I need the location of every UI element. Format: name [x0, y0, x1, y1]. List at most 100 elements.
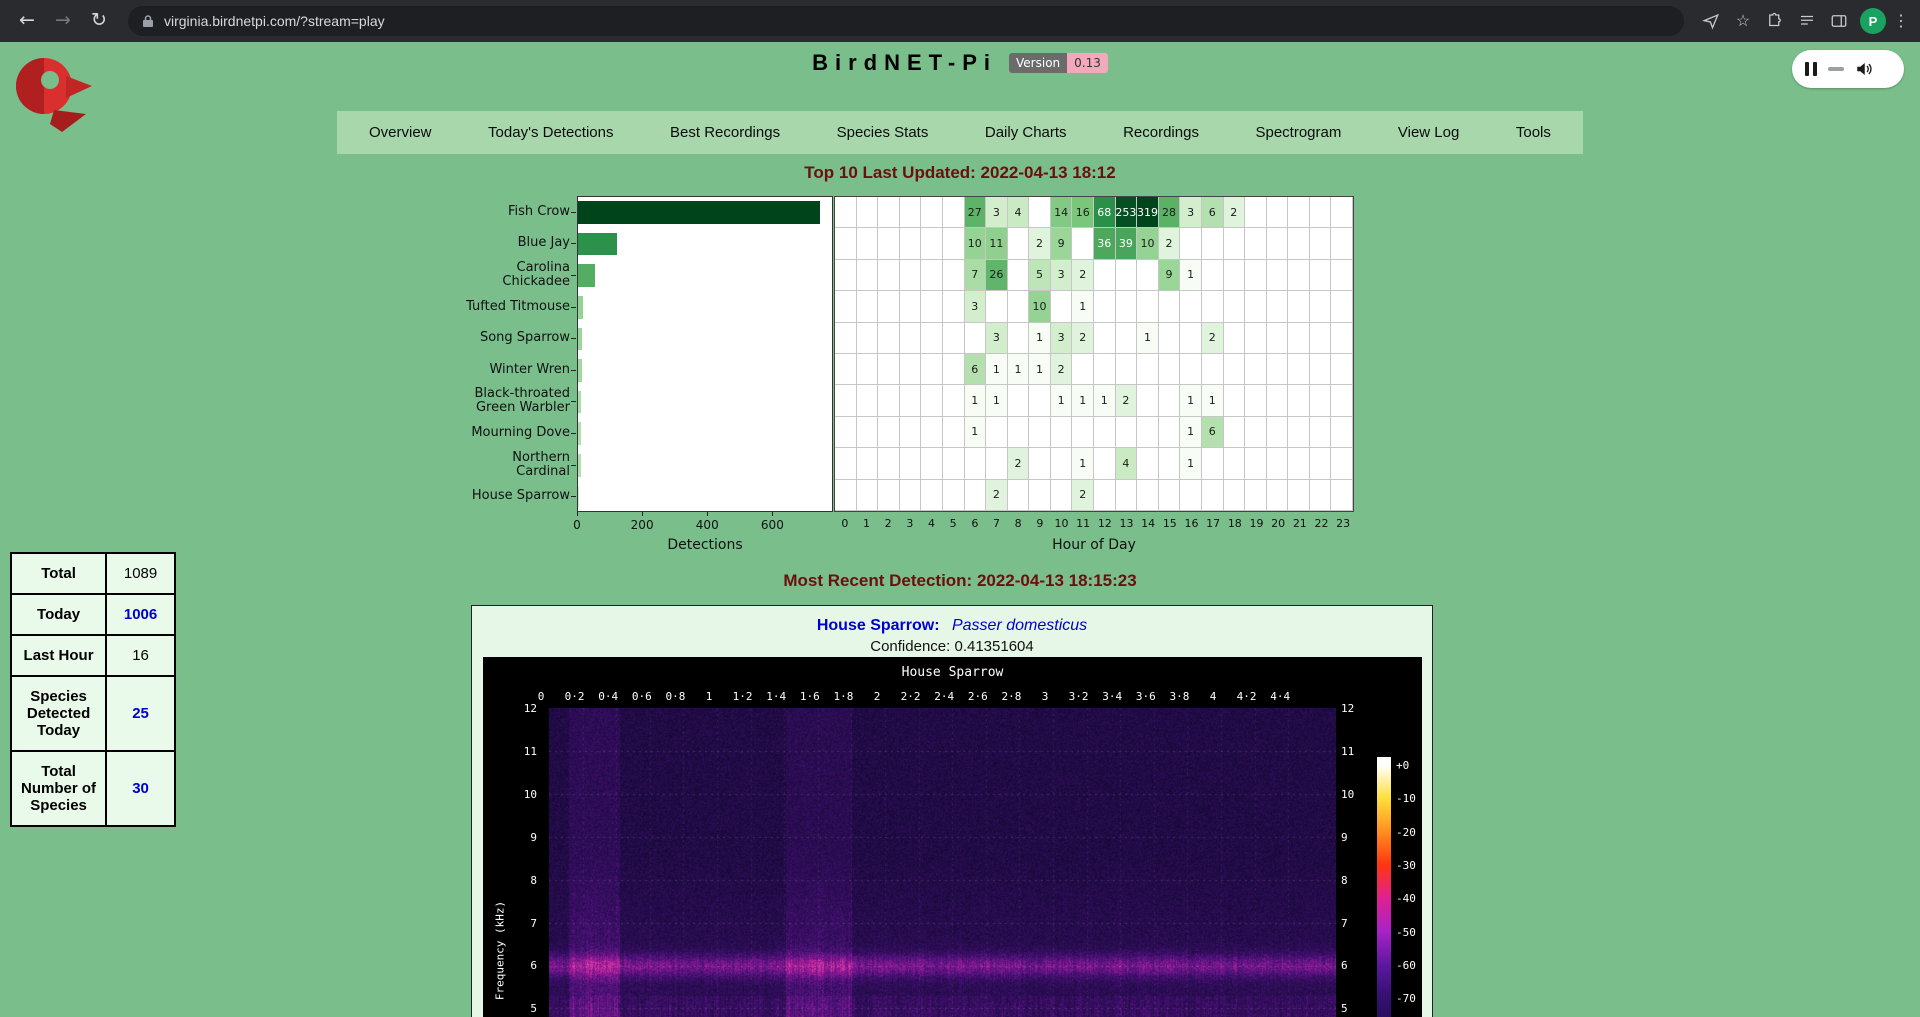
nav-item-spectrogram[interactable]: Spectrogram [1249, 124, 1347, 141]
address-bar[interactable]: virginia.birdnetpi.com/?stream=play [128, 6, 1684, 36]
reading-list-icon[interactable] [1792, 6, 1822, 36]
send-icon[interactable] [1696, 6, 1726, 36]
heatmap-cell: 2 [1072, 323, 1094, 354]
spectrogram-time-tick: 1·2 [733, 690, 753, 703]
heatmap-cell: 11 [986, 228, 1008, 259]
spectrogram-time-tick: 3·2 [1069, 690, 1089, 703]
heatmap-cell: 3 [1051, 323, 1073, 354]
species-label: Song Sparrow [458, 322, 570, 354]
heatmap-cell [1072, 417, 1094, 448]
species-axis-tick [571, 496, 576, 497]
reload-button[interactable]: ↻ [82, 4, 116, 38]
x-tick [577, 512, 578, 516]
spectrogram-freq-tick: 11 [1341, 745, 1367, 758]
heatmap-cell [1180, 291, 1202, 322]
species-axis-tick [571, 465, 576, 466]
detection-scientific-name[interactable]: Passer domesticus [952, 617, 1087, 634]
pause-icon[interactable] [1805, 62, 1817, 76]
nav-item-species-stats[interactable]: Species Stats [831, 124, 935, 141]
colorbar-tick: -70 [1396, 992, 1416, 1005]
version-value: 0.13 [1067, 53, 1108, 73]
hour-tick-label: 16 [1181, 517, 1203, 530]
species-axis-tick [571, 307, 576, 308]
species-label: Tufted Titmouse [458, 291, 570, 323]
hour-tick-label: 5 [942, 517, 964, 530]
heatmap-cell: 9 [1051, 228, 1073, 259]
hour-axis: 01234567891011121314151617181920212223 [834, 517, 1354, 530]
stats-row: Today1006 [11, 594, 175, 635]
heatmap-cell [1245, 385, 1267, 416]
nav-item-best-recordings[interactable]: Best Recordings [664, 124, 786, 141]
volume-icon[interactable] [1855, 60, 1873, 78]
side-panel-icon[interactable] [1824, 6, 1854, 36]
heatmap-cell [900, 260, 922, 291]
nav-item-view-log[interactable]: View Log [1392, 124, 1465, 141]
heatmap-cell [943, 480, 965, 511]
hour-tick-label: 4 [921, 517, 943, 530]
heatmap-cell: 1 [1051, 385, 1073, 416]
audio-player[interactable] [1792, 50, 1904, 88]
heatmap-cell [1331, 480, 1353, 511]
detection-common-name[interactable]: House Sparrow: [817, 617, 940, 634]
heatmap-cell [1310, 260, 1332, 291]
seek-slider[interactable] [1828, 67, 1844, 71]
heatmap-cell [835, 448, 857, 479]
profile-avatar[interactable]: P [1860, 8, 1886, 34]
extensions-puzzle-icon[interactable] [1760, 6, 1790, 36]
heatmap-cell: 2 [1072, 260, 1094, 291]
spectrogram-time-tick: 1·8 [833, 690, 853, 703]
heatmap-cell [1267, 197, 1289, 228]
nav-bar: Overview Today's Detections Best Recording… [337, 111, 1583, 154]
bar-black-throated-green-warbler [578, 391, 581, 414]
heatmap-cell [1094, 291, 1116, 322]
back-button[interactable]: ← [10, 4, 44, 38]
heatmap-cell [1159, 354, 1181, 385]
species-label: Northern Cardinal [458, 449, 570, 481]
bar-blue-jay [578, 233, 617, 256]
heatmap-cell [1137, 417, 1159, 448]
heatmap-cell: 1 [1137, 323, 1159, 354]
species-axis-tick [571, 370, 576, 371]
heatmap-cell [1224, 480, 1246, 511]
heatmap-cell [1224, 354, 1246, 385]
heatmap-cell [1310, 448, 1332, 479]
heatmap-cell [835, 197, 857, 228]
top10-chart: Fish CrowBlue JayCarolina ChickadeeTufte… [440, 196, 1360, 561]
heatmap-xlabel: Hour of Day [834, 537, 1354, 553]
species-axis-tick [571, 243, 576, 244]
hour-tick-label: 12 [1094, 517, 1116, 530]
heatmap-cell: 3 [986, 323, 1008, 354]
heatmap-cell: 1 [1180, 448, 1202, 479]
hour-tick-label: 15 [1159, 517, 1181, 530]
species-label: Mourning Dove [458, 417, 570, 449]
nav-item-daily-charts[interactable]: Daily Charts [979, 124, 1073, 141]
heatmap-cell [1331, 197, 1353, 228]
stat-value[interactable]: 30 [106, 751, 175, 826]
heatmap-cell [1288, 385, 1310, 416]
spectrogram-time-tick: 3·6 [1136, 690, 1156, 703]
stat-value[interactable]: 1006 [106, 594, 175, 635]
stat-label: Species Detected Today [11, 676, 106, 751]
heatmap-cell: 39 [1116, 228, 1138, 259]
heatmap-cell [1116, 354, 1138, 385]
spectrogram-time-tick: 0·2 [565, 690, 585, 703]
heatmap-cell [1267, 323, 1289, 354]
nav-item-recordings[interactable]: Recordings [1117, 124, 1205, 141]
menu-kebab-icon[interactable]: ⋮ [1892, 11, 1910, 31]
nav-item-today-s-detections[interactable]: Today's Detections [482, 124, 619, 141]
heatmap-cell [857, 385, 879, 416]
species-axis-tick [571, 275, 576, 276]
nav-item-overview[interactable]: Overview [363, 124, 438, 141]
nav-item-tools[interactable]: Tools [1510, 124, 1557, 141]
forward-button[interactable]: → [46, 4, 80, 38]
heatmap-cell [1202, 354, 1224, 385]
bookmark-star-icon[interactable]: ☆ [1728, 6, 1758, 36]
heatmap-cell [878, 197, 900, 228]
heatmap-cell [921, 354, 943, 385]
stat-value[interactable]: 25 [106, 676, 175, 751]
species-label: Winter Wren [458, 354, 570, 386]
spectrogram-freq-tick: 8 [511, 874, 537, 887]
heatmap-cell [878, 323, 900, 354]
heatmap-cell [986, 448, 1008, 479]
spectrogram-panel: House Sparrow Frequency (kHz) 00·20·40·6… [483, 657, 1422, 1017]
